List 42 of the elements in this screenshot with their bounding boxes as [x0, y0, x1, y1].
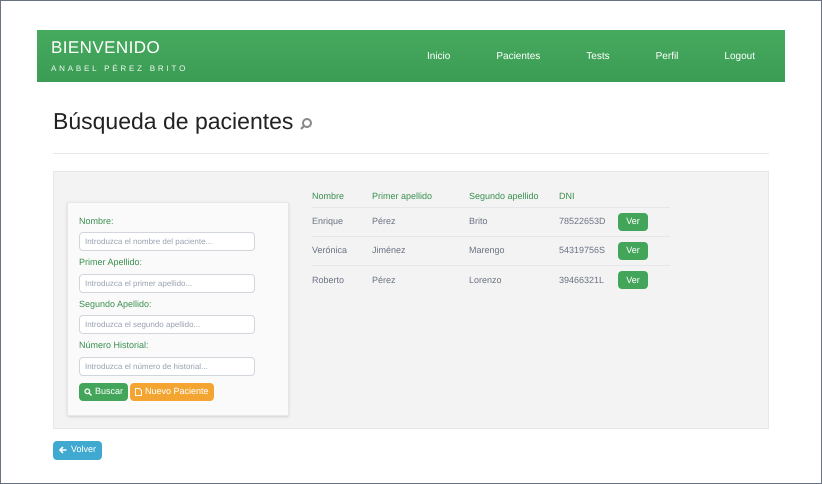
back-button[interactable]: Volver [53, 440, 102, 460]
column-header: Primer apellido [371, 186, 468, 208]
table-cell: Brito [468, 208, 558, 236]
table-cell: Roberto [311, 266, 371, 294]
table-cell: Marengo [468, 236, 558, 266]
search-icon [299, 117, 314, 132]
column-header: Segundo apellido [468, 186, 558, 208]
new-patient-button[interactable]: Nuevo Paciente [130, 382, 214, 400]
view-button[interactable]: Ver [618, 271, 648, 290]
column-header: Nombre [311, 186, 371, 208]
nav-link[interactable]: Logout [724, 48, 755, 64]
table-cell: Jiménez [371, 236, 468, 266]
field-label: Primer Apellido: [79, 256, 144, 269]
search-icon [84, 388, 92, 396]
nav-link[interactable]: Pacientes [496, 48, 540, 64]
navbar-brand[interactable]: BIENVENIDO [51, 37, 188, 59]
input-field[interactable]: Introduzca el número de historial... [79, 356, 255, 376]
nav-link[interactable]: Inicio [426, 48, 450, 64]
table-cell: 39466321L [558, 266, 618, 294]
table-cell: Pérez [371, 266, 468, 294]
document-icon [135, 388, 142, 396]
field-label: Nombre: [79, 214, 115, 228]
input-field[interactable]: Introduzca el segundo apellido... [79, 315, 255, 334]
nav-link[interactable]: Tests [586, 48, 610, 64]
input-field[interactable]: Introduzca el primer apellido... [79, 274, 255, 292]
field-label: Segundo Apellido: [79, 298, 153, 311]
page-title: Búsqueda de pacientes [53, 107, 294, 136]
arrow-left-icon [59, 446, 67, 454]
view-button[interactable]: Ver [618, 213, 648, 231]
view-button[interactable]: Ver [618, 242, 648, 260]
search-button[interactable]: Buscar [79, 382, 128, 400]
table-cell: Enrique [311, 208, 371, 236]
table-cell: 54319756S [558, 236, 618, 266]
nav-link[interactable]: Perfil [656, 48, 678, 64]
table-cell: Pérez [371, 208, 468, 236]
table-cell: 78522653D [558, 208, 618, 236]
field-label: Número Historial: [79, 339, 150, 352]
column-header: DNI [558, 186, 618, 208]
table-cell: Lorenzo [468, 266, 558, 294]
table-cell: Verónica [311, 236, 371, 266]
user-name: ANABEL PÉREZ BRITO [51, 62, 188, 75]
input-field[interactable]: Introduzca el nombre del paciente... [79, 232, 255, 251]
